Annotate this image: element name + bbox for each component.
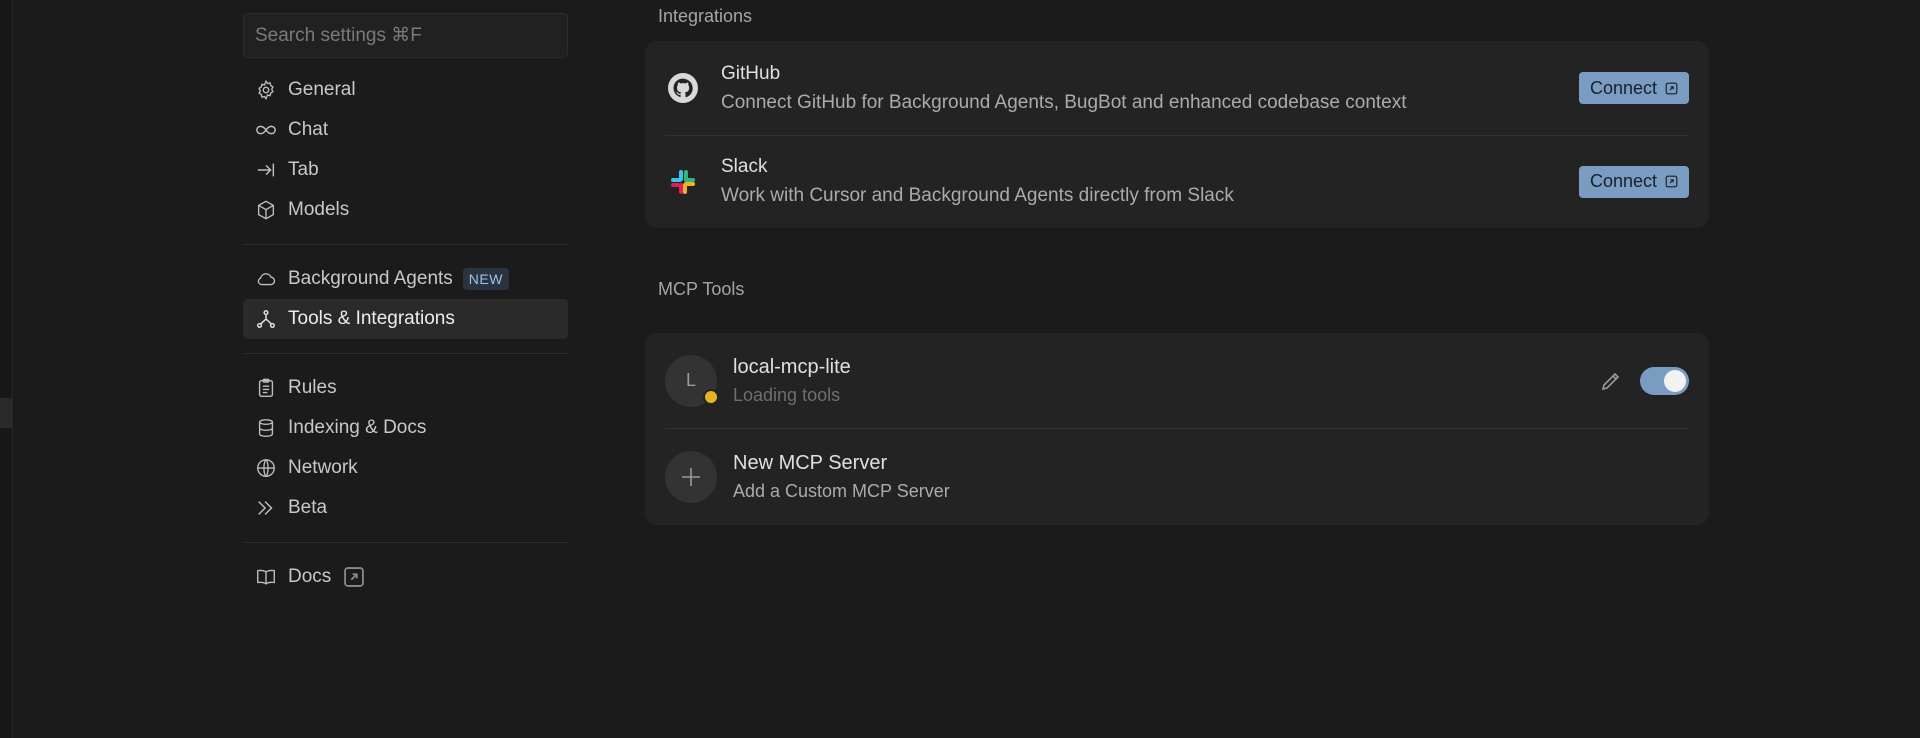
sidebar-item-label: Background Agents [288,268,453,289]
server-enabled-toggle[interactable] [1640,366,1689,395]
cloud-icon [254,267,278,291]
slack-connect-button[interactable]: Connect [1578,165,1689,198]
sidebar-item-indexing-docs[interactable]: Indexing & Docs [243,408,568,448]
external-link-icon [343,566,365,588]
new-server-title: New MCP Server [733,451,888,474]
new-server-subtitle: Add a Custom MCP Server [733,480,950,501]
github-icon [667,72,699,104]
sidebar-item-label: General [288,79,356,100]
sidebar-item-label: Models [288,199,350,220]
sidebar-item-general[interactable]: General [243,70,568,110]
integrations-card: GitHub Connect GitHub for Background Age… [645,41,1709,228]
infinity-icon [254,118,278,142]
integration-text: Slack Work with Cursor and Background Ag… [721,156,1234,207]
connect-label: Connect [1589,171,1657,191]
editor-left-strip [0,0,13,738]
sidebar-item-tab[interactable]: Tab [243,150,568,190]
integration-text: GitHub Connect GitHub for Background Age… [721,63,1407,114]
sidebar-item-beta[interactable]: Beta [243,488,568,528]
github-connect-button[interactable]: Connect [1578,72,1689,104]
sidebar-item-label: Rules [288,377,337,398]
server-avatar: L [665,354,719,407]
strip-marker [0,398,12,428]
sidebar-item-label: Chat [288,119,329,140]
sidebar-item-background-agents[interactable]: Background Agents NEW [243,259,568,299]
sidebar-divider [243,353,568,354]
cube-icon [254,198,278,222]
double-chevron-icon [254,496,278,520]
server-name: local-mcp-lite [733,355,851,378]
nav-group-main: General Chat Tab Models [243,70,568,230]
new-mcp-server-row[interactable]: New MCP Server Add a Custom MCP Server [645,428,1709,525]
external-link-icon [1657,82,1678,95]
database-icon [254,416,278,440]
sidebar-divider [243,244,568,245]
status-dot [703,388,719,405]
sidebar-item-label: Indexing & Docs [288,417,427,438]
search-placeholder: Search settings ⌘F [255,25,422,46]
clipboard-icon [254,376,278,400]
slack-icon [667,166,699,198]
plus-icon [679,465,703,489]
settings-sidebar: Search settings ⌘F General Chat Tab Mode… [243,13,568,597]
edit-server-button[interactable] [1597,367,1625,395]
integrations-title: Integrations [658,6,753,26]
nav-group-agents: Background Agents NEW Tools & Integratio… [243,259,568,339]
sidebar-item-label: Tab [288,159,319,180]
sidebar-item-models[interactable]: Models [243,190,568,230]
book-icon [254,565,278,589]
integration-name: Slack [721,156,768,177]
sidebar-item-label: Network [288,457,358,478]
mcp-server-row: L local-mcp-lite Loading tools [645,333,1709,428]
gear-icon [254,78,278,102]
pencil-icon [1599,369,1623,393]
globe-icon [254,456,278,480]
sidebar-item-chat[interactable]: Chat [243,110,568,150]
integration-description: Connect GitHub for Background Agents, Bu… [721,91,1407,113]
integration-name: GitHub [721,62,781,84]
sidebar-item-label: Beta [288,497,328,518]
nav-group-docs: Docs [243,557,568,597]
add-server-avatar [665,450,717,503]
sidebar-item-rules[interactable]: Rules [243,368,568,408]
new-server-text: New MCP Server Add a Custom MCP Server [733,452,950,502]
mcp-tools-title: MCP Tools [658,279,745,299]
sidebar-item-label: Docs [288,566,332,587]
external-link-icon [1657,175,1678,188]
new-badge: NEW [462,268,509,290]
server-status: Loading tools [733,384,841,405]
network-icon [254,307,278,331]
sidebar-item-tools-integrations[interactable]: Tools & Integrations [243,299,568,339]
avatar-initial: L [685,370,696,390]
connect-label: Connect [1589,77,1657,98]
integration-description: Work with Cursor and Background Agents d… [721,185,1234,206]
search-input[interactable]: Search settings ⌘F [243,13,568,58]
mcp-tools-card: L local-mcp-lite Loading tools New MCP S… [645,333,1709,525]
integration-row-slack: Slack Work with Cursor and Background Ag… [645,135,1709,228]
integration-row-github: GitHub Connect GitHub for Background Age… [645,41,1709,135]
sidebar-divider [243,542,568,543]
nav-group-context: Rules Indexing & Docs Network Beta [243,368,568,528]
server-text: local-mcp-lite Loading tools [733,356,851,406]
sidebar-item-label: Tools & Integrations [288,308,455,329]
sidebar-item-network[interactable]: Network [243,448,568,488]
arrow-right-bar-icon [254,158,278,182]
toggle-knob [1664,369,1686,392]
sidebar-item-docs[interactable]: Docs [243,557,568,597]
